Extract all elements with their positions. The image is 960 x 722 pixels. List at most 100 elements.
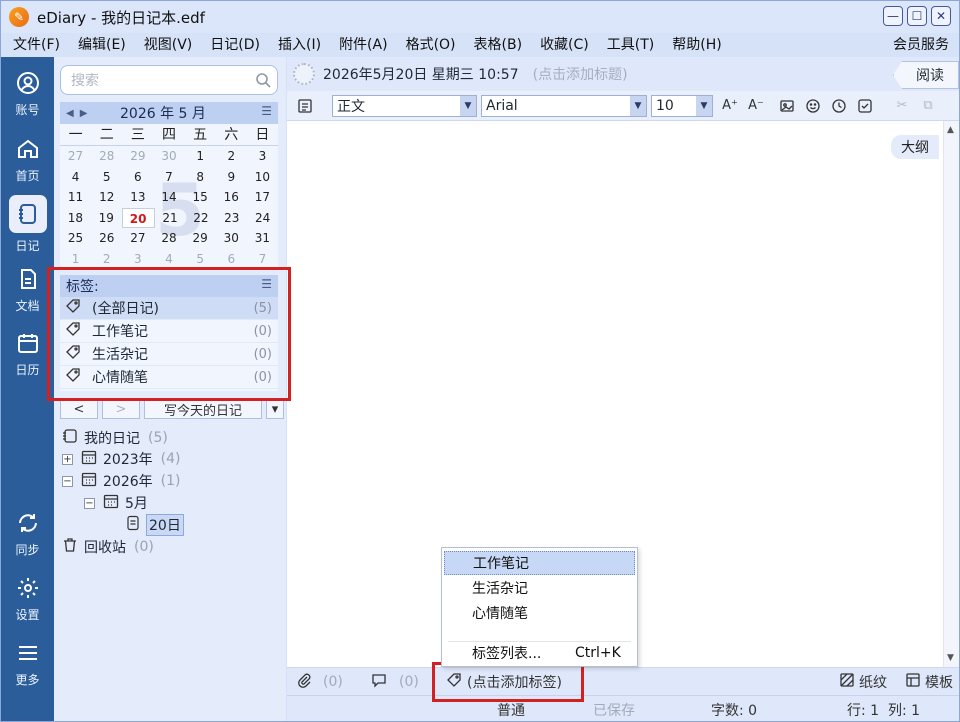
close-button[interactable]: ✕ xyxy=(931,6,951,26)
calendar-day[interactable]: 7 xyxy=(247,249,278,270)
calendar-day[interactable]: 5 xyxy=(91,167,122,188)
scroll-down-icon[interactable]: ▼ xyxy=(947,653,954,663)
nav-diary[interactable]: 日记 xyxy=(1,195,54,255)
comment-button[interactable]: (0) xyxy=(371,672,419,692)
calendar-day[interactable]: 29 xyxy=(122,146,153,167)
calendar-day[interactable]: 27 xyxy=(122,228,153,249)
cut-icon[interactable]: ✂ xyxy=(892,96,912,116)
calendar-day[interactable]: 1 xyxy=(60,249,91,270)
calendar-day[interactable]: 29 xyxy=(185,228,216,249)
calendar-day[interactable]: 8 xyxy=(185,167,216,188)
calendar-day[interactable]: 12 xyxy=(91,187,122,208)
calendar-day[interactable]: 19 xyxy=(91,208,122,229)
expand-icon[interactable]: + xyxy=(62,453,73,465)
tree-year-2023[interactable]: + 2023年 (4) xyxy=(62,448,180,470)
calendar-day[interactable]: 4 xyxy=(60,167,91,188)
popup-tag-work[interactable]: 工作笔记 xyxy=(444,551,635,575)
popup-tag-life[interactable]: 生活杂记 xyxy=(444,576,635,600)
calendar-day[interactable]: 21 xyxy=(155,208,186,229)
calendar-nav-arrows-icon[interactable]: ◀▶ xyxy=(66,108,93,119)
calendar-day[interactable]: 17 xyxy=(247,187,278,208)
paragraph-style-select[interactable]: 正文 ▼ xyxy=(332,94,477,117)
checkbox-icon[interactable] xyxy=(855,96,875,116)
minimize-button[interactable]: — xyxy=(883,6,903,26)
weather-icon[interactable] xyxy=(293,63,315,85)
calendar-day[interactable]: 2 xyxy=(216,146,247,167)
menu-edit[interactable]: 编辑(E) xyxy=(69,34,135,54)
menu-tools[interactable]: 工具(T) xyxy=(598,34,663,54)
nav-sync[interactable]: 同步 xyxy=(1,509,54,569)
menu-favorites[interactable]: 收藏(C) xyxy=(531,34,598,54)
nav-more[interactable]: 更多 xyxy=(1,639,54,699)
tree-root[interactable]: 我的日记 (5) xyxy=(62,427,168,449)
template-button[interactable]: 模板 xyxy=(905,672,953,692)
menu-table[interactable]: 表格(B) xyxy=(465,34,532,54)
read-mode-tab[interactable]: 阅读 xyxy=(893,61,959,89)
menu-attachment[interactable]: 附件(A) xyxy=(330,34,397,54)
menu-help[interactable]: 帮助(H) xyxy=(663,34,730,54)
attachment-button[interactable]: (0) xyxy=(297,672,343,692)
calendar-day[interactable]: 4 xyxy=(153,249,184,270)
calendar-day[interactable]: 18 xyxy=(60,208,91,229)
calendar-day[interactable]: 9 xyxy=(216,167,247,188)
calendar-day[interactable]: 10 xyxy=(247,167,278,188)
calendar-day[interactable]: 7 xyxy=(153,167,184,188)
calendar-day[interactable]: 24 xyxy=(247,208,278,229)
menu-diary[interactable]: 日记(D) xyxy=(201,34,269,54)
popup-tag-list[interactable]: 标签列表... Ctrl+K xyxy=(444,641,635,665)
calendar-day[interactable]: 30 xyxy=(153,146,184,167)
paper-texture-button[interactable]: 纸纹 xyxy=(839,672,887,692)
calendar-day[interactable]: 25 xyxy=(60,228,91,249)
entry-title-placeholder[interactable]: (点击添加标题) xyxy=(533,64,628,84)
emoji-icon[interactable] xyxy=(803,96,823,116)
tree-trash[interactable]: 回收站 (0) xyxy=(62,536,154,558)
menu-file[interactable]: 文件(F) xyxy=(1,34,69,54)
maximize-button[interactable]: ☐ xyxy=(907,6,927,26)
calendar-day[interactable]: 6 xyxy=(216,249,247,270)
calendar-day[interactable]: 20 xyxy=(121,207,155,228)
collapse-icon[interactable]: − xyxy=(62,475,73,487)
calendar-day[interactable]: 22 xyxy=(185,208,216,229)
insert-time-icon[interactable] xyxy=(829,96,849,116)
font-grow-icon[interactable]: A⁺ xyxy=(720,96,740,116)
font-family-select[interactable]: Arial ▼ xyxy=(481,94,647,117)
tree-day-20[interactable]: 20日 xyxy=(126,514,184,536)
calendar-day[interactable]: 16 xyxy=(216,187,247,208)
calendar-day[interactable]: 11 xyxy=(60,187,91,208)
collapse-icon[interactable]: − xyxy=(84,497,95,509)
prev-diary-button[interactable]: < xyxy=(60,399,98,419)
next-diary-button[interactable]: > xyxy=(102,399,140,419)
font-size-select[interactable]: 10 ▼ xyxy=(651,94,713,117)
calendar-day[interactable]: 3 xyxy=(122,249,153,270)
calendar-day[interactable]: 15 xyxy=(185,187,216,208)
calendar-day[interactable]: 14 xyxy=(153,187,184,208)
popup-tag-mood[interactable]: 心情随笔 xyxy=(444,601,635,625)
nav-account[interactable]: 账号 xyxy=(1,69,54,129)
calendar-day[interactable]: 30 xyxy=(216,228,247,249)
calendar-day[interactable]: 26 xyxy=(91,228,122,249)
nav-settings[interactable]: 设置 xyxy=(1,574,54,634)
search-icon[interactable] xyxy=(255,72,271,92)
tree-year-2026[interactable]: − 2026年 (1) xyxy=(62,470,180,492)
calendar-day[interactable]: 1 xyxy=(185,146,216,167)
editor-scrollbar[interactable]: ▲ ▼ xyxy=(943,121,959,667)
calendar-day[interactable]: 27 xyxy=(60,146,91,167)
document-outline-icon[interactable] xyxy=(295,96,315,116)
calendar-month-label[interactable]: 2026 年 5 月 xyxy=(120,103,206,123)
calendar-day[interactable]: 3 xyxy=(247,146,278,167)
calendar-day[interactable]: 2 xyxy=(91,249,122,270)
menu-insert[interactable]: 插入(I) xyxy=(269,34,330,54)
copy-icon[interactable]: ⧉ xyxy=(918,96,938,116)
write-today-button[interactable]: 写今天的日记 xyxy=(144,399,262,419)
calendar-day[interactable]: 6 xyxy=(122,167,153,188)
menu-format[interactable]: 格式(O) xyxy=(397,34,465,54)
insert-image-icon[interactable] xyxy=(777,96,797,116)
calendar-day[interactable]: 28 xyxy=(91,146,122,167)
calendar-day[interactable]: 13 xyxy=(122,187,153,208)
search-input[interactable]: 搜索 xyxy=(60,65,278,95)
calendar-day[interactable]: 23 xyxy=(216,208,247,229)
nav-home[interactable]: 首页 xyxy=(1,135,54,195)
font-shrink-icon[interactable]: A⁻ xyxy=(746,96,766,116)
calendar-day[interactable]: 31 xyxy=(247,228,278,249)
calendar-day[interactable]: 28 xyxy=(153,228,184,249)
